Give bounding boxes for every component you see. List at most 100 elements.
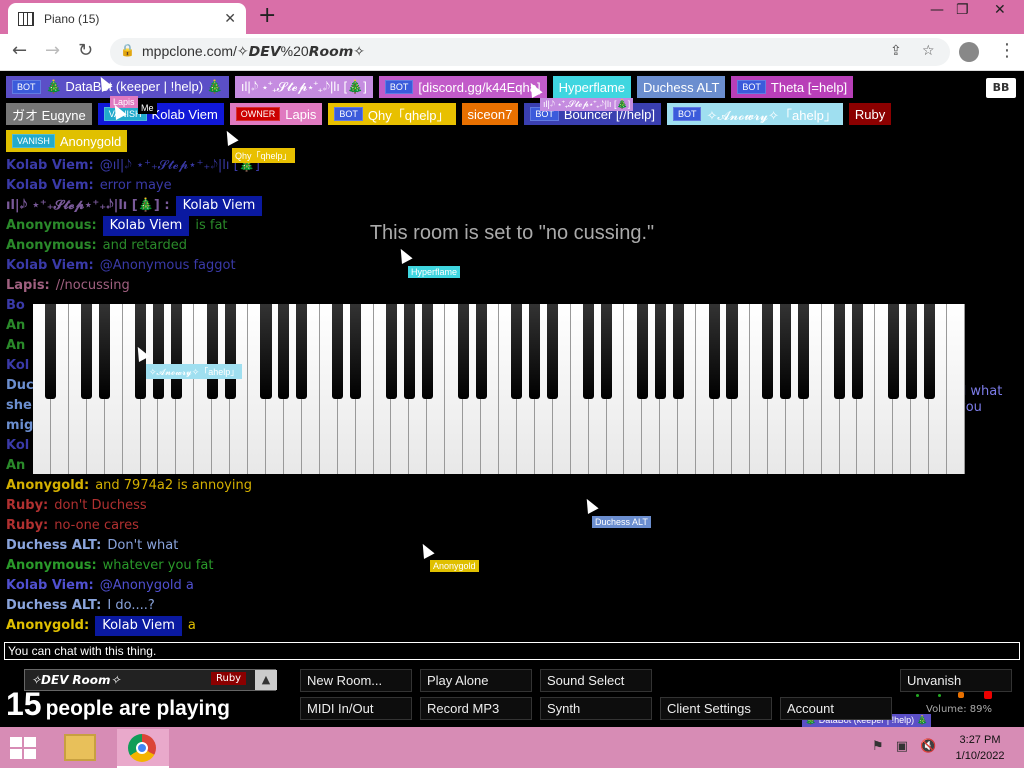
piano-black-key[interactable] <box>224 304 236 399</box>
piano-black-key[interactable] <box>583 304 595 399</box>
share-icon[interactable]: ⇪ <box>890 43 902 59</box>
piano-black-key[interactable] <box>457 304 469 399</box>
user-nametag[interactable]: ガオ Eugyne <box>6 103 92 125</box>
chat-message: Lapis: //nocussing <box>6 276 666 296</box>
sound-select-button[interactable]: Sound Select <box>540 669 652 692</box>
piano-black-key[interactable] <box>600 304 613 399</box>
user-nametag[interactable]: BOT 🎄 DataBot (keeper | !help) 🎄 <box>6 76 229 98</box>
piano-black-key[interactable] <box>923 304 935 399</box>
piano-black-key[interactable] <box>332 304 344 399</box>
chevron-up-icon[interactable]: ▲ <box>255 670 277 690</box>
chat-text: error maye <box>99 178 172 193</box>
user-nametag[interactable]: siceon7 <box>461 103 519 125</box>
lock-icon[interactable]: 🔒 <box>120 43 135 57</box>
piano-black-key[interactable] <box>833 304 846 399</box>
tab-title: Piano (15) <box>44 11 100 26</box>
piano-black-key[interactable] <box>780 304 792 399</box>
chat-message: Ruby: no-one cares <box>6 516 666 536</box>
piano-black-key[interactable] <box>905 304 917 399</box>
user-nametag[interactable]: BOT ✧𝓐𝓷𝓸𝔀𝓻𝔂✧「ahelp」 <box>666 103 843 125</box>
piano-black-key[interactable] <box>350 304 362 399</box>
synth-button[interactable]: Synth <box>540 697 652 720</box>
piano-black-key[interactable] <box>798 304 810 399</box>
reload-icon[interactable]: ↻ <box>78 40 93 61</box>
midi-button[interactable]: MIDI In/Out <box>300 697 412 720</box>
account-button[interactable]: Account <box>780 697 892 720</box>
piano-black-key[interactable] <box>278 304 290 399</box>
user-nametag[interactable]: BOT Theta [=help] <box>731 76 854 98</box>
flag-icon[interactable]: ⚑ <box>872 739 884 754</box>
piano-black-key[interactable] <box>99 304 111 399</box>
minimize-icon[interactable]: — <box>930 2 944 18</box>
user-nametag[interactable]: ıl|𝆹𝅥𝅮 ⋆⁺₊𝓢𝓽𝓮𝓹⋆⁺₊𝆹𝅥𝅮|lı [🎄] <box>234 76 373 98</box>
address-bar[interactable]: 🔒 mppclone.com/✧𝘿𝙀𝙑%20𝙍𝙤𝙤𝙢✧ ⇪ ☆ <box>110 38 950 66</box>
browser-tab[interactable]: Piano (15) ✕ <box>8 3 246 34</box>
user-nametag[interactable]: Duchess ALT <box>637 76 726 98</box>
piano-black-key[interactable] <box>636 304 648 399</box>
restore-icon[interactable]: ❐ <box>956 2 969 18</box>
network-icon[interactable]: ▣ <box>896 739 908 754</box>
piano-black-key[interactable] <box>296 304 308 399</box>
volume-knob-dot <box>958 692 964 698</box>
bookmark-star-icon[interactable]: ☆ <box>922 43 935 59</box>
user-nametag[interactable]: VANISH Anonygold <box>6 130 128 152</box>
unvanish-button[interactable]: Unvanish <box>900 669 1012 692</box>
piano-black-key[interactable] <box>726 304 738 399</box>
close-window-icon[interactable]: ✕ <box>994 2 1006 18</box>
back-icon[interactable]: ← <box>12 40 27 61</box>
chat-input[interactable]: You can chat with this thing. <box>4 642 1020 660</box>
chat-author: Kolab Viem: <box>6 258 94 273</box>
url-text[interactable]: mppclone.com/✧𝘿𝙀𝙑%20𝙍𝙤𝙤𝙢✧ <box>142 43 365 60</box>
user-nametag[interactable]: BOT [discord.gg/k44Eqha] <box>378 76 547 98</box>
client-settings-button[interactable]: Client Settings <box>660 697 772 720</box>
windows-start-icon[interactable] <box>10 737 36 759</box>
piano-black-key[interactable] <box>385 304 397 399</box>
piano-black-key[interactable] <box>672 304 684 399</box>
piano-black-key[interactable] <box>81 304 93 399</box>
chat-text: whatever you fat <box>102 558 214 573</box>
piano-black-key[interactable] <box>511 304 523 399</box>
system-tray[interactable]: ⚑ ▣ 🔇 <box>872 739 936 754</box>
bb-toggle-button[interactable]: BB <box>986 78 1016 98</box>
chat-author: An <box>6 338 26 353</box>
user-nametag[interactable]: Ruby <box>848 103 892 125</box>
menu-dots-icon[interactable]: ⋮ <box>998 40 1016 61</box>
browser-tab-bar: Piano (15) ✕ + — ❐ ✕ <box>0 0 1024 34</box>
piano-black-key[interactable] <box>45 304 57 399</box>
chat-text: Don't what <box>107 538 179 553</box>
piano-black-key[interactable] <box>152 304 164 399</box>
piano-black-key[interactable] <box>170 304 182 399</box>
speaker-muted-icon[interactable]: 🔇 <box>920 739 936 754</box>
file-explorer-icon[interactable] <box>64 734 96 761</box>
user-nametag[interactable]: BOT Qhy「qhelp」 <box>328 103 456 125</box>
piano-black-key[interactable] <box>206 304 218 399</box>
piano-black-key[interactable] <box>403 304 415 399</box>
piano-black-key[interactable] <box>260 304 272 399</box>
piano-black-key[interactable] <box>475 304 487 399</box>
profile-avatar[interactable] <box>959 42 979 62</box>
forward-icon[interactable]: → <box>45 40 60 61</box>
new-room-button[interactable]: New Room... <box>300 669 412 692</box>
close-tab-icon[interactable]: ✕ <box>224 11 236 27</box>
user-nametag[interactable]: Hyperflame <box>552 76 632 98</box>
piano-black-key[interactable] <box>421 304 433 399</box>
record-mp3-button[interactable]: Record MP3 <box>420 697 532 720</box>
piano-white-key[interactable] <box>947 304 965 474</box>
user-name: Kolab Viem <box>151 106 218 122</box>
piano-black-key[interactable] <box>654 304 666 399</box>
chat-author: Anonymous: <box>6 558 97 573</box>
taskbar-clock[interactable]: 3:27 PM 1/10/2022 <box>950 732 1010 764</box>
chat-author: Lapis: <box>6 278 50 293</box>
new-tab-icon[interactable]: + <box>258 5 276 27</box>
piano-keyboard[interactable] <box>33 304 965 474</box>
piano-black-key[interactable] <box>547 304 559 399</box>
user-badge: BOT <box>672 107 702 121</box>
piano-black-key[interactable] <box>762 304 774 399</box>
piano-black-key[interactable] <box>529 304 541 399</box>
user-nametag[interactable]: OWNER Lapis <box>229 103 323 125</box>
piano-black-key[interactable] <box>851 304 863 399</box>
chrome-taskbar-button[interactable] <box>117 729 169 768</box>
piano-black-key[interactable] <box>887 304 899 399</box>
piano-black-key[interactable] <box>708 304 720 399</box>
play-alone-button[interactable]: Play Alone <box>420 669 532 692</box>
